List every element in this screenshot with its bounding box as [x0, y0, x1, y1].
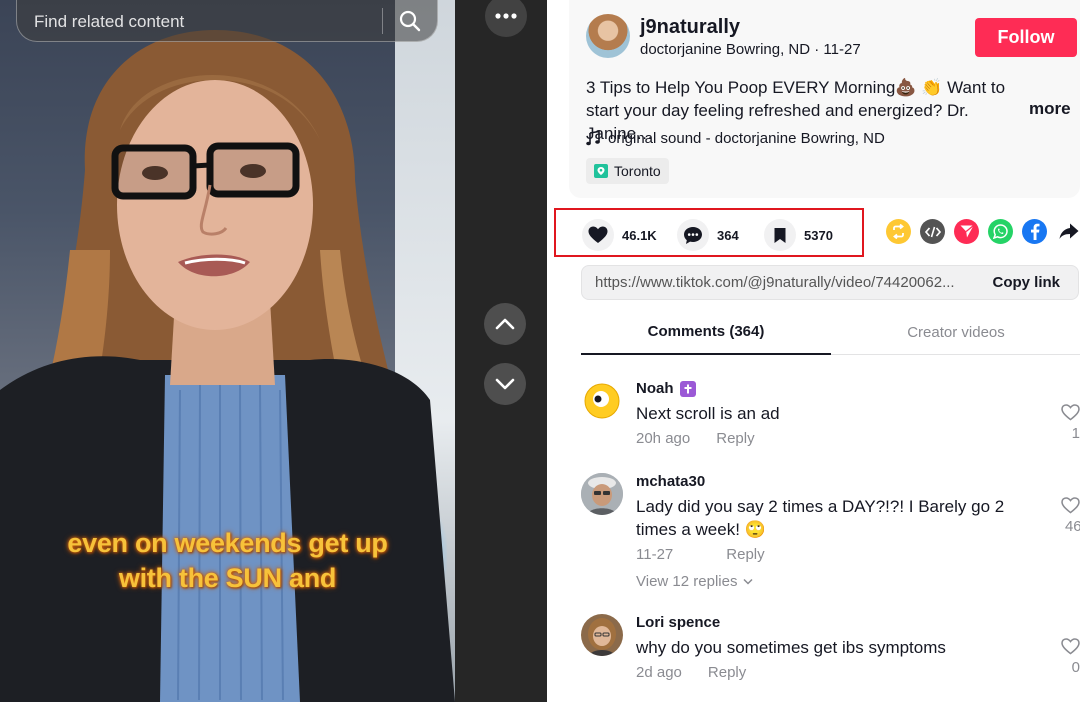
copy-link-button[interactable]: Copy link: [980, 274, 1078, 291]
save-stat[interactable]: 5370: [764, 219, 833, 251]
video-player[interactable]: even on weekends get up with the SUN and…: [0, 0, 547, 702]
commenter-name-text: Noah: [636, 380, 674, 397]
comment-bubble-icon: [684, 226, 702, 244]
heart-icon: [588, 226, 608, 243]
comment-text: Lady did you say 2 times a DAY?!?! I Bar…: [636, 497, 1005, 539]
author-username[interactable]: j9naturally: [640, 16, 740, 39]
whatsapp-button[interactable]: [988, 219, 1013, 244]
commenter-name[interactable]: mchata30: [636, 473, 705, 490]
video-url[interactable]: https://www.tiktok.com/@j9naturally/vide…: [582, 274, 980, 291]
view-replies-label: View 12 replies: [636, 573, 738, 590]
more-dots-icon: [495, 13, 517, 19]
video-side-strip: [455, 0, 547, 702]
comment-like[interactable]: 0: [1040, 638, 1080, 676]
chevron-down-icon: [495, 378, 515, 390]
comment-like[interactable]: 1: [1040, 404, 1080, 442]
send-icon: [960, 225, 974, 238]
post-info-card: j9naturally doctorjanine Bowring, ND · 1…: [569, 0, 1080, 198]
commenter-avatar[interactable]: [581, 614, 623, 656]
cross-badge-icon: [679, 380, 696, 397]
previous-video-button[interactable]: [484, 303, 526, 345]
share-more-button[interactable]: [1056, 219, 1080, 244]
caption-line-2: with the SUN and: [118, 563, 337, 593]
embed-button[interactable]: [920, 219, 945, 244]
chevron-down-icon: [743, 578, 753, 585]
tab-comments[interactable]: Comments (364): [581, 310, 831, 355]
engagement-stats-highlight: 46.1K 364 5370: [554, 208, 864, 257]
commenter-name[interactable]: Lori spence: [636, 614, 720, 631]
author-avatar[interactable]: [586, 14, 630, 58]
comment-time: 2d ago: [636, 664, 682, 681]
video-caption: even on weekends get up with the SUN and: [0, 526, 455, 596]
comments-tabs: Comments (364) Creator videos: [581, 310, 1080, 355]
chevron-up-icon: [495, 318, 515, 330]
comment-time: 11-27: [636, 546, 674, 563]
comment-meta: 11-27 Reply: [636, 546, 765, 563]
comment-item: mchata30 Lady did you say 2 times a DAY?…: [581, 473, 1080, 593]
comment-text: why do you sometimes get ibs symptoms: [636, 638, 946, 657]
location-chip[interactable]: Toronto: [586, 158, 669, 184]
facebook-button[interactable]: [1022, 219, 1047, 244]
comment-stat[interactable]: 364: [677, 219, 739, 251]
music-note-icon: [586, 131, 600, 146]
more-link[interactable]: more: [1029, 99, 1071, 119]
share-arrow-icon: [1059, 223, 1078, 239]
comment-like-count: 466: [1064, 518, 1080, 535]
comment-text: Next scroll is an ad: [636, 404, 780, 423]
save-count: 5370: [804, 227, 833, 243]
repost-icon: [893, 224, 904, 239]
comment-item: Noah Next scroll is an ad 20h ago Reply …: [581, 380, 1080, 460]
comment-button[interactable]: [677, 219, 709, 251]
like-count: 46.1K: [622, 227, 657, 243]
heart-outline-icon: [1061, 638, 1080, 655]
search-input[interactable]: Find related content: [17, 10, 382, 32]
comment-like-count: 0: [1071, 659, 1080, 676]
comment-like-count: 1: [1071, 425, 1080, 442]
comment-meta: 2d ago Reply: [636, 664, 746, 681]
comment-like[interactable]: 466: [1040, 497, 1080, 535]
user-photo-avatar: [581, 473, 623, 515]
search-icon: [399, 10, 421, 31]
reply-button[interactable]: Reply: [716, 430, 754, 447]
sound-label: original sound - doctorjanine Bowring, N…: [608, 130, 885, 147]
reply-button[interactable]: Reply: [726, 546, 764, 563]
commenter-avatar[interactable]: [584, 383, 620, 419]
commenter-name[interactable]: Noah: [636, 380, 696, 397]
like-button[interactable]: [582, 219, 614, 251]
view-replies-button[interactable]: View 12 replies: [636, 573, 753, 590]
location-label: Toronto: [614, 163, 661, 179]
search-button[interactable]: [383, 0, 437, 42]
sound-link[interactable]: original sound - doctorjanine Bowring, N…: [586, 130, 885, 147]
author-subline: doctorjanine Bowring, ND · 11-27: [640, 41, 861, 58]
facebook-icon: [1030, 223, 1039, 240]
details-panel: j9naturally doctorjanine Bowring, ND · 1…: [547, 0, 1080, 702]
next-video-button[interactable]: [484, 363, 526, 405]
send-button[interactable]: [954, 219, 979, 244]
reply-button[interactable]: Reply: [708, 664, 746, 681]
video-presenter: [0, 30, 455, 702]
commenter-avatar[interactable]: [581, 473, 623, 515]
comment-time: 20h ago: [636, 430, 691, 447]
comment-meta: 20h ago Reply: [636, 430, 755, 447]
caption-line-1: even on weekends get up: [67, 528, 388, 558]
whatsapp-icon: [993, 224, 1008, 239]
tab-creator-videos[interactable]: Creator videos: [831, 310, 1080, 354]
heart-outline-icon: [1061, 404, 1080, 421]
emoji-avatar-icon: [584, 383, 620, 419]
save-button[interactable]: [764, 219, 796, 251]
video-frame: even on weekends get up with the SUN and: [0, 0, 455, 702]
heart-outline-icon: [1061, 497, 1080, 514]
related-search-bar[interactable]: Find related content: [16, 0, 438, 42]
location-pin-icon: [594, 164, 608, 178]
follow-button[interactable]: Follow: [975, 18, 1077, 57]
video-link-box: https://www.tiktok.com/@j9naturally/vide…: [581, 265, 1079, 300]
comment-count: 364: [717, 227, 739, 243]
like-stat[interactable]: 46.1K: [582, 219, 657, 251]
embed-icon: [924, 226, 941, 237]
comment-item: Lori spence why do you sometimes get ibs…: [581, 614, 1080, 694]
bookmark-icon: [774, 227, 786, 243]
repost-button[interactable]: [886, 219, 911, 244]
user-photo-avatar: [581, 614, 623, 656]
